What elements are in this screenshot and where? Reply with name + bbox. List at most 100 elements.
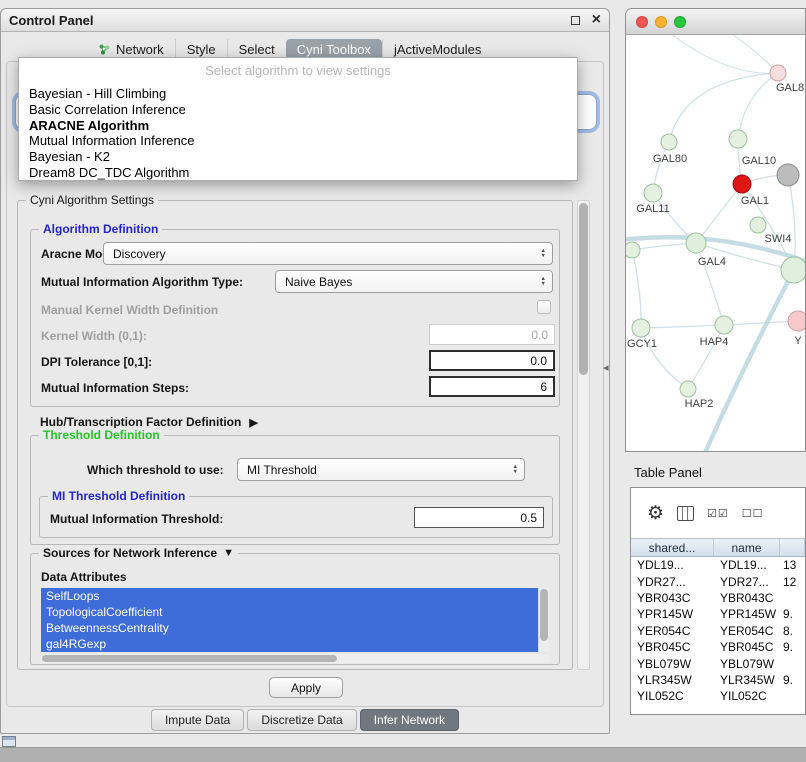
table-row[interactable]: YDR27...YDR27...12 bbox=[631, 573, 805, 589]
network-node-label: GAL1 bbox=[741, 195, 769, 207]
close-traffic-light-icon[interactable] bbox=[636, 16, 648, 28]
attribute-item-selfloops[interactable]: SelfLoops bbox=[41, 588, 538, 604]
tab-label: Network bbox=[116, 42, 164, 57]
attribute-item-betweennesscentrality[interactable]: BetweennessCentrality bbox=[41, 620, 538, 636]
table-cell: YDR27... bbox=[631, 575, 714, 589]
mi-steps-input[interactable] bbox=[429, 376, 555, 397]
zoom-traffic-light-icon[interactable] bbox=[674, 16, 686, 28]
data-attributes-list[interactable]: SelfLoopsTopologicalCoefficientBetweenne… bbox=[41, 588, 549, 652]
expand-right-icon[interactable]: ▶ bbox=[249, 416, 257, 429]
network-edge[interactable] bbox=[738, 73, 778, 139]
aracne-mode-select[interactable]: Discovery bbox=[103, 242, 553, 265]
network-node[interactable] bbox=[715, 316, 733, 334]
network-node[interactable] bbox=[733, 175, 751, 193]
dpi-tolerance-label: DPI Tolerance [0,1]: bbox=[41, 355, 152, 369]
minimize-traffic-light-icon[interactable] bbox=[655, 16, 667, 28]
algorithm-option-aracne-algorithm[interactable]: ARACNE Algorithm bbox=[19, 118, 577, 134]
network-node[interactable] bbox=[626, 242, 640, 258]
panel-splitter-handle[interactable] bbox=[603, 360, 611, 376]
table-row[interactable]: YDL19...YDL19...13 bbox=[631, 557, 805, 573]
table-row[interactable]: YIL052CYIL052C bbox=[631, 688, 805, 704]
table-cell: YBL079W bbox=[714, 657, 780, 671]
cyni-algorithm-settings-group: Cyni Algorithm Settings Algorithm Defini… bbox=[17, 200, 573, 670]
mi-threshold-label: Mutual Information Threshold: bbox=[50, 512, 223, 526]
table-cell: YBL079W bbox=[631, 657, 714, 671]
column-header-extra[interactable] bbox=[780, 539, 805, 556]
network-icon bbox=[98, 43, 111, 56]
network-edge[interactable] bbox=[669, 73, 778, 142]
network-canvas[interactable]: GAL8GAL80GAL10GAL11GAL1SWI4GAL4GCY1HAP4Y… bbox=[626, 35, 805, 451]
network-edge[interactable] bbox=[641, 325, 724, 328]
column-header-name[interactable]: name bbox=[714, 539, 780, 556]
settings-scrollbar-thumb[interactable] bbox=[579, 203, 588, 375]
network-edge[interactable] bbox=[704, 270, 794, 451]
float-window-icon[interactable] bbox=[571, 16, 580, 25]
column-header-shared[interactable]: shared... bbox=[631, 539, 714, 556]
checked-boxes-icon[interactable]: ☑☑ bbox=[707, 507, 729, 520]
network-edge[interactable] bbox=[688, 325, 724, 389]
table-row[interactable]: YBR045CYBR045C9. bbox=[631, 639, 805, 655]
algorithm-option-basic-correlation-inference[interactable]: Basic Correlation Inference bbox=[19, 102, 577, 118]
mi-type-select[interactable]: Naive Bayes bbox=[275, 270, 553, 293]
manual-kernel-label: Manual Kernel Width Definition bbox=[41, 303, 218, 317]
table-row[interactable]: YBR043CYBR043C bbox=[631, 590, 805, 606]
network-node-label: GAL10 bbox=[742, 155, 776, 167]
bottom-tab-discretize-data[interactable]: Discretize Data bbox=[247, 709, 356, 731]
network-node[interactable] bbox=[644, 184, 662, 202]
network-edge[interactable] bbox=[666, 35, 778, 73]
table-cell: YER054C bbox=[631, 624, 714, 638]
kernel-width-label: Kernel Width (0,1): bbox=[41, 329, 147, 343]
network-node[interactable] bbox=[777, 164, 799, 186]
table-row[interactable]: YPR145WYPR145W9. bbox=[631, 606, 805, 622]
network-node-label: GAL11 bbox=[636, 203, 669, 215]
table-row[interactable]: YLR345WYLR345W9. bbox=[631, 672, 805, 688]
manual-kernel-checkbox[interactable] bbox=[537, 300, 551, 314]
dpi-tolerance-input[interactable] bbox=[429, 350, 555, 371]
table-cell: 13 bbox=[780, 558, 805, 572]
mi-threshold-input[interactable] bbox=[414, 507, 544, 528]
list-horizontal-scrollbar[interactable] bbox=[41, 654, 549, 663]
network-edge[interactable] bbox=[632, 250, 641, 328]
close-icon[interactable]: × bbox=[592, 12, 601, 28]
table-cell: YLR345W bbox=[714, 673, 780, 687]
collapse-down-icon[interactable]: ▼ bbox=[223, 547, 234, 559]
table-cell: 9. bbox=[780, 607, 805, 621]
algorithm-option-mutual-information-inference[interactable]: Mutual Information Inference bbox=[19, 133, 577, 149]
which-threshold-select[interactable]: MI Threshold bbox=[237, 458, 525, 481]
unchecked-boxes-icon[interactable]: ☐☐ bbox=[742, 507, 764, 520]
table-cell: YBR043C bbox=[631, 591, 714, 605]
network-node[interactable] bbox=[788, 311, 805, 331]
network-node[interactable] bbox=[770, 65, 786, 81]
network-edge[interactable] bbox=[724, 321, 798, 325]
network-node[interactable] bbox=[680, 381, 696, 397]
attribute-item-topologicalcoefficient[interactable]: TopologicalCoefficient bbox=[41, 604, 538, 620]
list-vertical-scrollbar-thumb[interactable] bbox=[540, 589, 548, 641]
list-vertical-scrollbar[interactable] bbox=[538, 588, 549, 652]
network-node[interactable] bbox=[661, 134, 677, 150]
attribute-item-gal4rgexp[interactable]: gal4RGexp bbox=[41, 636, 538, 652]
table-row[interactable]: YER054CYER054C8. bbox=[631, 623, 805, 639]
table-row[interactable]: YBL079WYBL079W bbox=[631, 655, 805, 671]
settings-scrollbar[interactable] bbox=[577, 200, 590, 670]
algorithm-option-bayesian-hill-climbing[interactable]: Bayesian - Hill Climbing bbox=[19, 86, 577, 102]
algorithm-option-dream8-dc-tdc-algorithm[interactable]: Dream8 DC_TDC Algorithm bbox=[19, 165, 577, 181]
table-cell: YIL052C bbox=[631, 689, 714, 703]
algorithm-option-bayesian-k2[interactable]: Bayesian - K2 bbox=[19, 149, 577, 165]
network-node[interactable] bbox=[632, 319, 650, 337]
columns-icon[interactable] bbox=[677, 506, 694, 521]
network-node[interactable] bbox=[729, 130, 747, 148]
network-edge[interactable] bbox=[696, 184, 742, 243]
apply-button[interactable]: Apply bbox=[269, 677, 343, 698]
gear-icon[interactable]: ⚙ bbox=[647, 504, 664, 523]
table-toolbar: ⚙ ☑☑ ☐☐ bbox=[631, 488, 805, 538]
minimized-window-icon[interactable] bbox=[2, 736, 16, 747]
network-node[interactable] bbox=[750, 217, 766, 233]
kernel-width-input[interactable] bbox=[429, 324, 555, 345]
network-node[interactable] bbox=[686, 233, 706, 253]
sources-group: Sources for Network Inference ▼ Data Att… bbox=[30, 553, 560, 665]
network-node[interactable] bbox=[781, 257, 805, 283]
hub-definition-expander[interactable]: Hub/Transcription Factor Definition ▶ bbox=[40, 415, 258, 429]
bottom-tab-infer-network[interactable]: Infer Network bbox=[360, 709, 459, 731]
list-horizontal-scrollbar-thumb[interactable] bbox=[42, 655, 337, 662]
bottom-tab-impute-data[interactable]: Impute Data bbox=[151, 709, 244, 731]
